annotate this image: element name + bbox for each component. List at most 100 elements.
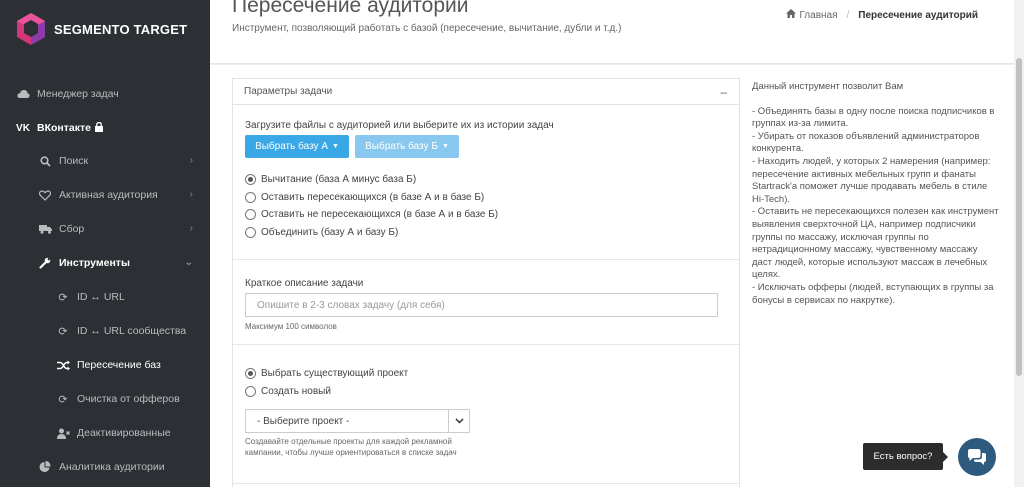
info-panel: Данный инструмент позволит Вам - Объедин… xyxy=(752,81,1000,307)
radio-label: Объединить (базу А и базу Б) xyxy=(261,226,399,238)
task-description-help: Максимум 100 символов xyxy=(245,322,337,331)
refresh-icon: ⟳ xyxy=(58,291,68,304)
breadcrumb-home-link[interactable]: Главная xyxy=(799,10,837,21)
radio-label: Создать новый xyxy=(261,385,331,397)
select-base-b-label: Выбрать базу Б xyxy=(365,141,438,152)
caret-down-icon: ▼ xyxy=(441,143,449,150)
sidebar-item-base-intersection[interactable]: Пересечение баз xyxy=(0,348,210,382)
chevron-down-icon: ⌄ xyxy=(184,257,193,268)
sidebar-item-tools[interactable]: Инструменты ⌄ xyxy=(0,246,210,280)
radio-label: Оставить не пересекающихся (в базе А и в… xyxy=(261,209,499,221)
sidebar-item-id-url[interactable]: ⟳ ID ↔ URL xyxy=(0,280,210,314)
panel-title: Параметры задачи xyxy=(244,86,333,97)
sidebar-item-label: Деактивированные xyxy=(77,427,171,439)
task-description-input[interactable]: Опишите в 2-3 словах задачу (для себя) xyxy=(245,293,718,317)
sidebar-item-active-audience[interactable]: Активная аудитория › xyxy=(0,178,210,212)
caret-down-icon: ▼ xyxy=(332,143,339,150)
sidebar-item-label: Активная аудитория xyxy=(59,189,158,201)
collapse-button[interactable]: – xyxy=(720,85,727,99)
chevron-right-icon: › xyxy=(189,223,193,234)
breadcrumb-current: Пересечение аудиторий xyxy=(858,9,978,21)
cloud-icon xyxy=(16,89,30,99)
task-description-label: Краткое описание задачи xyxy=(245,278,364,289)
sidebar-item-label: Аналитика аудитории xyxy=(59,461,165,473)
page-header: Пересечение аудиторий Инструмент, позвол… xyxy=(210,0,1014,64)
sidebar-nav: Менеджер задач VK ВКонтакте Поиск › Акти… xyxy=(0,76,210,484)
info-body: - Объединять базы в одну после поиска по… xyxy=(752,105,999,306)
sidebar-item-label: Поиск xyxy=(59,155,89,167)
sidebar-item-audience-analytics[interactable]: Аналитика аудитории xyxy=(0,450,210,484)
operation-union-option[interactable]: Объединить (базу А и базу Б) xyxy=(245,224,498,242)
scrollbar-thumb[interactable] xyxy=(1016,58,1022,376)
select-base-b-button[interactable]: Выбрать базу Б ▼ xyxy=(355,135,459,158)
breadcrumb-separator: / xyxy=(846,9,850,21)
breadcrumb: Главная / Пересечение аудиторий xyxy=(786,9,978,21)
project-radio-group: Выбрать существующий проект Создать новы… xyxy=(245,365,408,400)
sidebar-item-id-url-community[interactable]: ⟳ ID ↔ URL сообщества xyxy=(0,314,210,348)
refresh-icon: ⟳ xyxy=(58,325,68,338)
radio-checked[interactable] xyxy=(245,368,256,380)
radio-unchecked[interactable] xyxy=(245,209,256,221)
sidebar-item-deactivated[interactable]: Деактивированные xyxy=(0,416,210,450)
panel-header: Параметры задачи – xyxy=(233,79,739,105)
sidebar-item-collect[interactable]: Сбор › xyxy=(0,212,210,246)
existing-project-option[interactable]: Выбрать существующий проект xyxy=(245,365,408,383)
radio-unchecked[interactable] xyxy=(245,191,256,203)
chevron-down-icon xyxy=(448,410,469,432)
sidebar-item-label: ВКонтакте xyxy=(37,122,91,134)
pie-chart-icon xyxy=(38,461,52,473)
heart-icon xyxy=(38,189,52,201)
operation-intersect-option[interactable]: Оставить пересекающихся (в базе А и в ба… xyxy=(245,189,498,207)
chat-tooltip: Есть вопрос? xyxy=(863,443,948,470)
chat-button[interactable] xyxy=(958,438,996,476)
logo[interactable]: SEGMENTO TARGET xyxy=(16,12,187,46)
divider xyxy=(233,259,739,260)
refresh-icon: ⟳ xyxy=(58,393,68,406)
chevron-right-icon: › xyxy=(189,189,193,200)
divider xyxy=(233,483,739,484)
logo-icon xyxy=(17,13,45,45)
lock-icon xyxy=(94,121,103,135)
chat-bubbles-icon xyxy=(968,448,986,465)
task-params-panel: Параметры задачи – Загрузите файлы с ауд… xyxy=(232,78,740,487)
radio-label: Оставить пересекающихся (в базе А и в ба… xyxy=(261,191,485,203)
user-times-icon xyxy=(56,428,70,439)
project-select-value: - Выберите проект - xyxy=(257,415,350,427)
radio-unchecked[interactable] xyxy=(245,385,256,397)
page-subtitle: Инструмент, позволяющий работать с базой… xyxy=(232,23,622,34)
sidebar-item-offer-cleanup[interactable]: ⟳ Очистка от офферов xyxy=(0,382,210,416)
sidebar-item-label: Менеджер задач xyxy=(37,88,119,100)
radio-checked[interactable] xyxy=(245,174,256,186)
sidebar: SEGMENTO TARGET Менеджер задач VK ВКонта… xyxy=(0,0,210,487)
sidebar-item-task-manager[interactable]: Менеджер задач xyxy=(0,76,210,112)
logo-text: SEGMENTO TARGET xyxy=(54,21,188,37)
sidebar-item-search[interactable]: Поиск › xyxy=(0,144,210,178)
sidebar-item-label: ID ↔ URL xyxy=(77,291,125,303)
radio-unchecked[interactable] xyxy=(245,226,256,238)
scrollbar[interactable] xyxy=(1014,0,1024,487)
project-help: Создавайте отдельные проекты для каждой … xyxy=(245,437,457,457)
sidebar-item-vkontakte[interactable]: VK ВКонтакте xyxy=(0,112,210,144)
select-base-a-label: Выбрать базу А xyxy=(255,141,328,152)
operation-subtract-option[interactable]: Вычитание (база А минус база Б) xyxy=(245,171,498,189)
radio-label: Выбрать существующий проект xyxy=(261,368,409,380)
shuffle-icon xyxy=(56,360,70,371)
vk-icon: VK xyxy=(16,122,30,134)
wrench-icon xyxy=(38,257,52,269)
sidebar-item-label: Пересечение баз xyxy=(77,359,161,371)
chevron-right-icon: › xyxy=(189,155,193,166)
sidebar-item-label: ID ↔ URL сообщества xyxy=(77,325,187,337)
new-project-option[interactable]: Создать новый xyxy=(245,383,408,401)
page-title: Пересечение аудиторий xyxy=(232,0,469,17)
home-icon xyxy=(786,9,797,21)
operation-exclusive-option[interactable]: Оставить не пересекающихся (в базе А и в… xyxy=(245,206,498,224)
info-intro: Данный инструмент позволит Вам xyxy=(752,81,904,92)
select-base-a-button[interactable]: Выбрать базу А ▼ xyxy=(245,135,349,158)
load-files-label: Загрузите файлы с аудиторией или выберит… xyxy=(245,120,554,131)
radio-label: Вычитание (база А минус база Б) xyxy=(261,174,417,186)
operation-radio-group: Вычитание (база А минус база Б) Оставить… xyxy=(245,171,498,241)
sidebar-item-label: Инструменты xyxy=(59,257,130,269)
project-select[interactable]: - Выберите проект - xyxy=(245,409,470,433)
search-icon xyxy=(38,155,52,167)
divider xyxy=(233,344,739,345)
